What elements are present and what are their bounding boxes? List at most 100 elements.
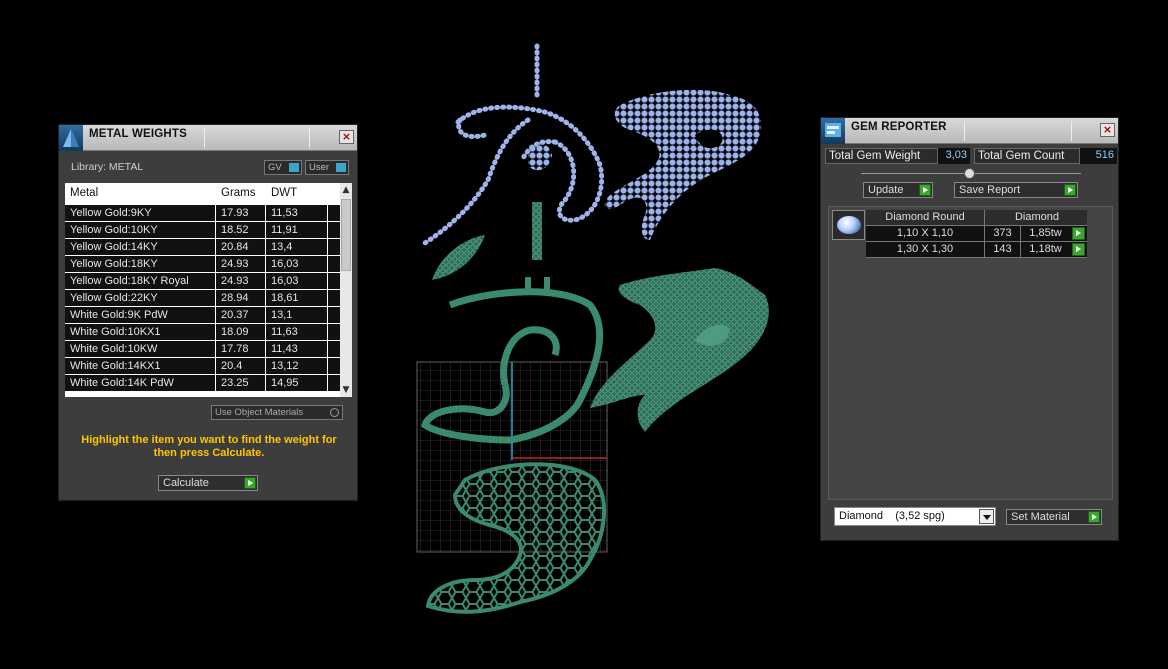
radio-icon (330, 408, 339, 417)
table-row[interactable]: Yellow Gold:18KY Royal 24.93 16,03 (65, 273, 340, 290)
total-gem-weight-field: Total Gem Weight 3,03 (825, 148, 970, 164)
titlebar-divider (1071, 121, 1072, 141)
calculate-button[interactable]: Calculate (158, 475, 258, 491)
panel-title: METAL WEIGHTS (89, 128, 188, 140)
gv-toggle[interactable]: GV (264, 160, 302, 175)
metal-name: White Gold:14KX1 (70, 360, 161, 372)
gem-size: 1,30 X 1,30 (896, 243, 954, 255)
metal-name: Yellow Gold:18KY (70, 258, 158, 270)
gem-reporter-logo-icon (821, 118, 845, 144)
table-row[interactable]: White Gold:14KX1 20.4 13,12 (65, 358, 340, 375)
table-row[interactable]: Yellow Gold:10KY 18.52 11,91 (65, 222, 340, 239)
gem-row[interactable]: 1,10 X 1,10 373 1,85tw (866, 226, 1087, 242)
metal-piece-right (590, 268, 769, 432)
metal-weights-panel: METAL WEIGHTS × Library: METAL GV User M… (58, 124, 358, 501)
table-row[interactable]: White Gold:10KW 17.78 11,43 (65, 341, 340, 358)
metal-grams: 28.94 (221, 292, 249, 304)
metal-grams: 20.84 (221, 241, 249, 253)
gem-row[interactable]: 1,30 X 1,30 143 1,18tw (866, 242, 1087, 258)
total-gem-count-label: Total Gem Count (978, 150, 1065, 162)
metal-grams: 20.4 (221, 360, 243, 372)
table-row[interactable]: White Gold:9K PdW 20.37 13,1 (65, 307, 340, 324)
use-object-materials-toggle[interactable]: Use Object Materials (211, 405, 343, 420)
app-logo-icon (59, 125, 83, 151)
gem-weight: 1,18tw (1029, 243, 1062, 255)
column-header-grams[interactable]: Grams (221, 187, 256, 199)
metal-grams: 20.37 (221, 309, 249, 321)
table-row[interactable]: White Gold:10KX1 18.09 11,63 (65, 324, 340, 341)
select-gems-arrow-icon[interactable] (1072, 227, 1085, 240)
gem-reporter-titlebar[interactable]: GEM REPORTER × (821, 118, 1118, 144)
metal-name: White Gold:10KX1 (70, 326, 161, 338)
user-toggle[interactable]: User (305, 160, 349, 175)
metal-name: White Gold:14K PdW (70, 377, 174, 389)
metal-grams: 23.25 (221, 377, 249, 389)
set-material-label: Set Material (1011, 511, 1070, 523)
splitter-handle[interactable] (964, 168, 975, 179)
metal-weights-titlebar[interactable]: METAL WEIGHTS × (59, 125, 357, 151)
table-row[interactable]: Yellow Gold:14KY 20.84 13,4 (65, 239, 340, 256)
metal-dwt: 13,4 (271, 241, 293, 253)
close-icon[interactable]: × (1100, 123, 1115, 137)
play-arrow-icon (1064, 184, 1076, 196)
metal-table-body: Yellow Gold:9KY 17.93 11,53 Yellow Gold:10K… (65, 205, 340, 392)
metal-grams: 18.09 (221, 326, 249, 338)
gv-toggle-label: GV (268, 162, 282, 173)
metal-dwt: 13,12 (271, 360, 299, 372)
save-report-label: Save Report (959, 184, 1021, 196)
metal-grams: 17.93 (221, 207, 249, 219)
play-arrow-icon (1088, 511, 1100, 523)
select-gems-arrow-icon[interactable] (1072, 243, 1085, 256)
material-select-value: Diamond (3,52 spg) (839, 510, 945, 522)
chevron-down-icon[interactable] (979, 509, 994, 524)
column-divider (215, 183, 216, 397)
column-header-metal[interactable]: Metal (70, 187, 98, 199)
diamond-round-icon[interactable] (832, 210, 865, 240)
metal-name: White Gold:9K PdW (70, 309, 168, 321)
metal-name: Yellow Gold:18KY Royal (70, 275, 189, 287)
column-header-shape: Diamond Round (885, 211, 965, 223)
gem-size: 1,10 X 1,10 (896, 227, 954, 239)
gem-count: 373 (993, 227, 1012, 239)
metal-grams: 24.93 (221, 275, 249, 287)
material-select[interactable]: Diamond (3,52 spg) (834, 507, 996, 526)
metal-name: Yellow Gold:22KY (70, 292, 158, 304)
use-object-materials-label: Use Object Materials (215, 407, 304, 418)
3d-viewport[interactable] (410, 40, 780, 640)
gem-pave-right (604, 89, 762, 240)
metal-dwt: 13,1 (271, 309, 293, 321)
table-row[interactable]: Yellow Gold:18KY 24.93 16,03 (65, 256, 340, 273)
metal-name: White Gold:10KW (70, 343, 158, 355)
titlebar-divider (964, 121, 965, 141)
close-icon[interactable]: × (339, 130, 354, 144)
total-gem-count-field: Total Gem Count 516 (974, 148, 1117, 164)
scroll-thumb[interactable] (341, 199, 351, 271)
titlebar-divider (204, 128, 205, 148)
scroll-down-icon[interactable]: ▼ (340, 383, 352, 397)
scroll-up-icon[interactable]: ▲ (340, 183, 352, 197)
calculate-label: Calculate (163, 477, 209, 489)
gem-table: Diamond Round Diamond 1,10 X 1,10 373 1,… (866, 210, 1087, 258)
library-label: Library: METAL (71, 161, 144, 173)
save-report-button[interactable]: Save Report (954, 182, 1078, 198)
metal-dwt: 11,43 (271, 343, 298, 355)
metal-dwt: 16,03 (271, 275, 299, 287)
table-row[interactable]: Yellow Gold:9KY 17.93 11,53 (65, 205, 340, 222)
table-row[interactable]: White Gold:14K PdW 23.25 14,95 (65, 375, 340, 392)
column-divider (327, 183, 328, 397)
table-row[interactable]: Yellow Gold:22KY 28.94 18,61 (65, 290, 340, 307)
metal-dwt: 18,61 (271, 292, 299, 304)
column-header-dwt[interactable]: DWT (271, 187, 297, 199)
metal-table-header: Metal Grams DWT (65, 183, 340, 205)
gem-table-header: Diamond Round Diamond (866, 210, 1087, 226)
toggle-knob-icon (336, 163, 346, 172)
user-toggle-label: User (309, 162, 330, 173)
metal-name: Yellow Gold:14KY (70, 241, 158, 253)
set-material-button[interactable]: Set Material (1006, 509, 1102, 525)
gem-cluster-center (528, 143, 552, 260)
metal-name: Yellow Gold:9KY (70, 207, 152, 219)
table-scrollbar[interactable]: ▲ ▼ (340, 183, 352, 397)
metal-dwt: 11,63 (271, 326, 298, 338)
update-button[interactable]: Update (863, 182, 933, 198)
metal-dwt: 11,53 (271, 207, 298, 219)
